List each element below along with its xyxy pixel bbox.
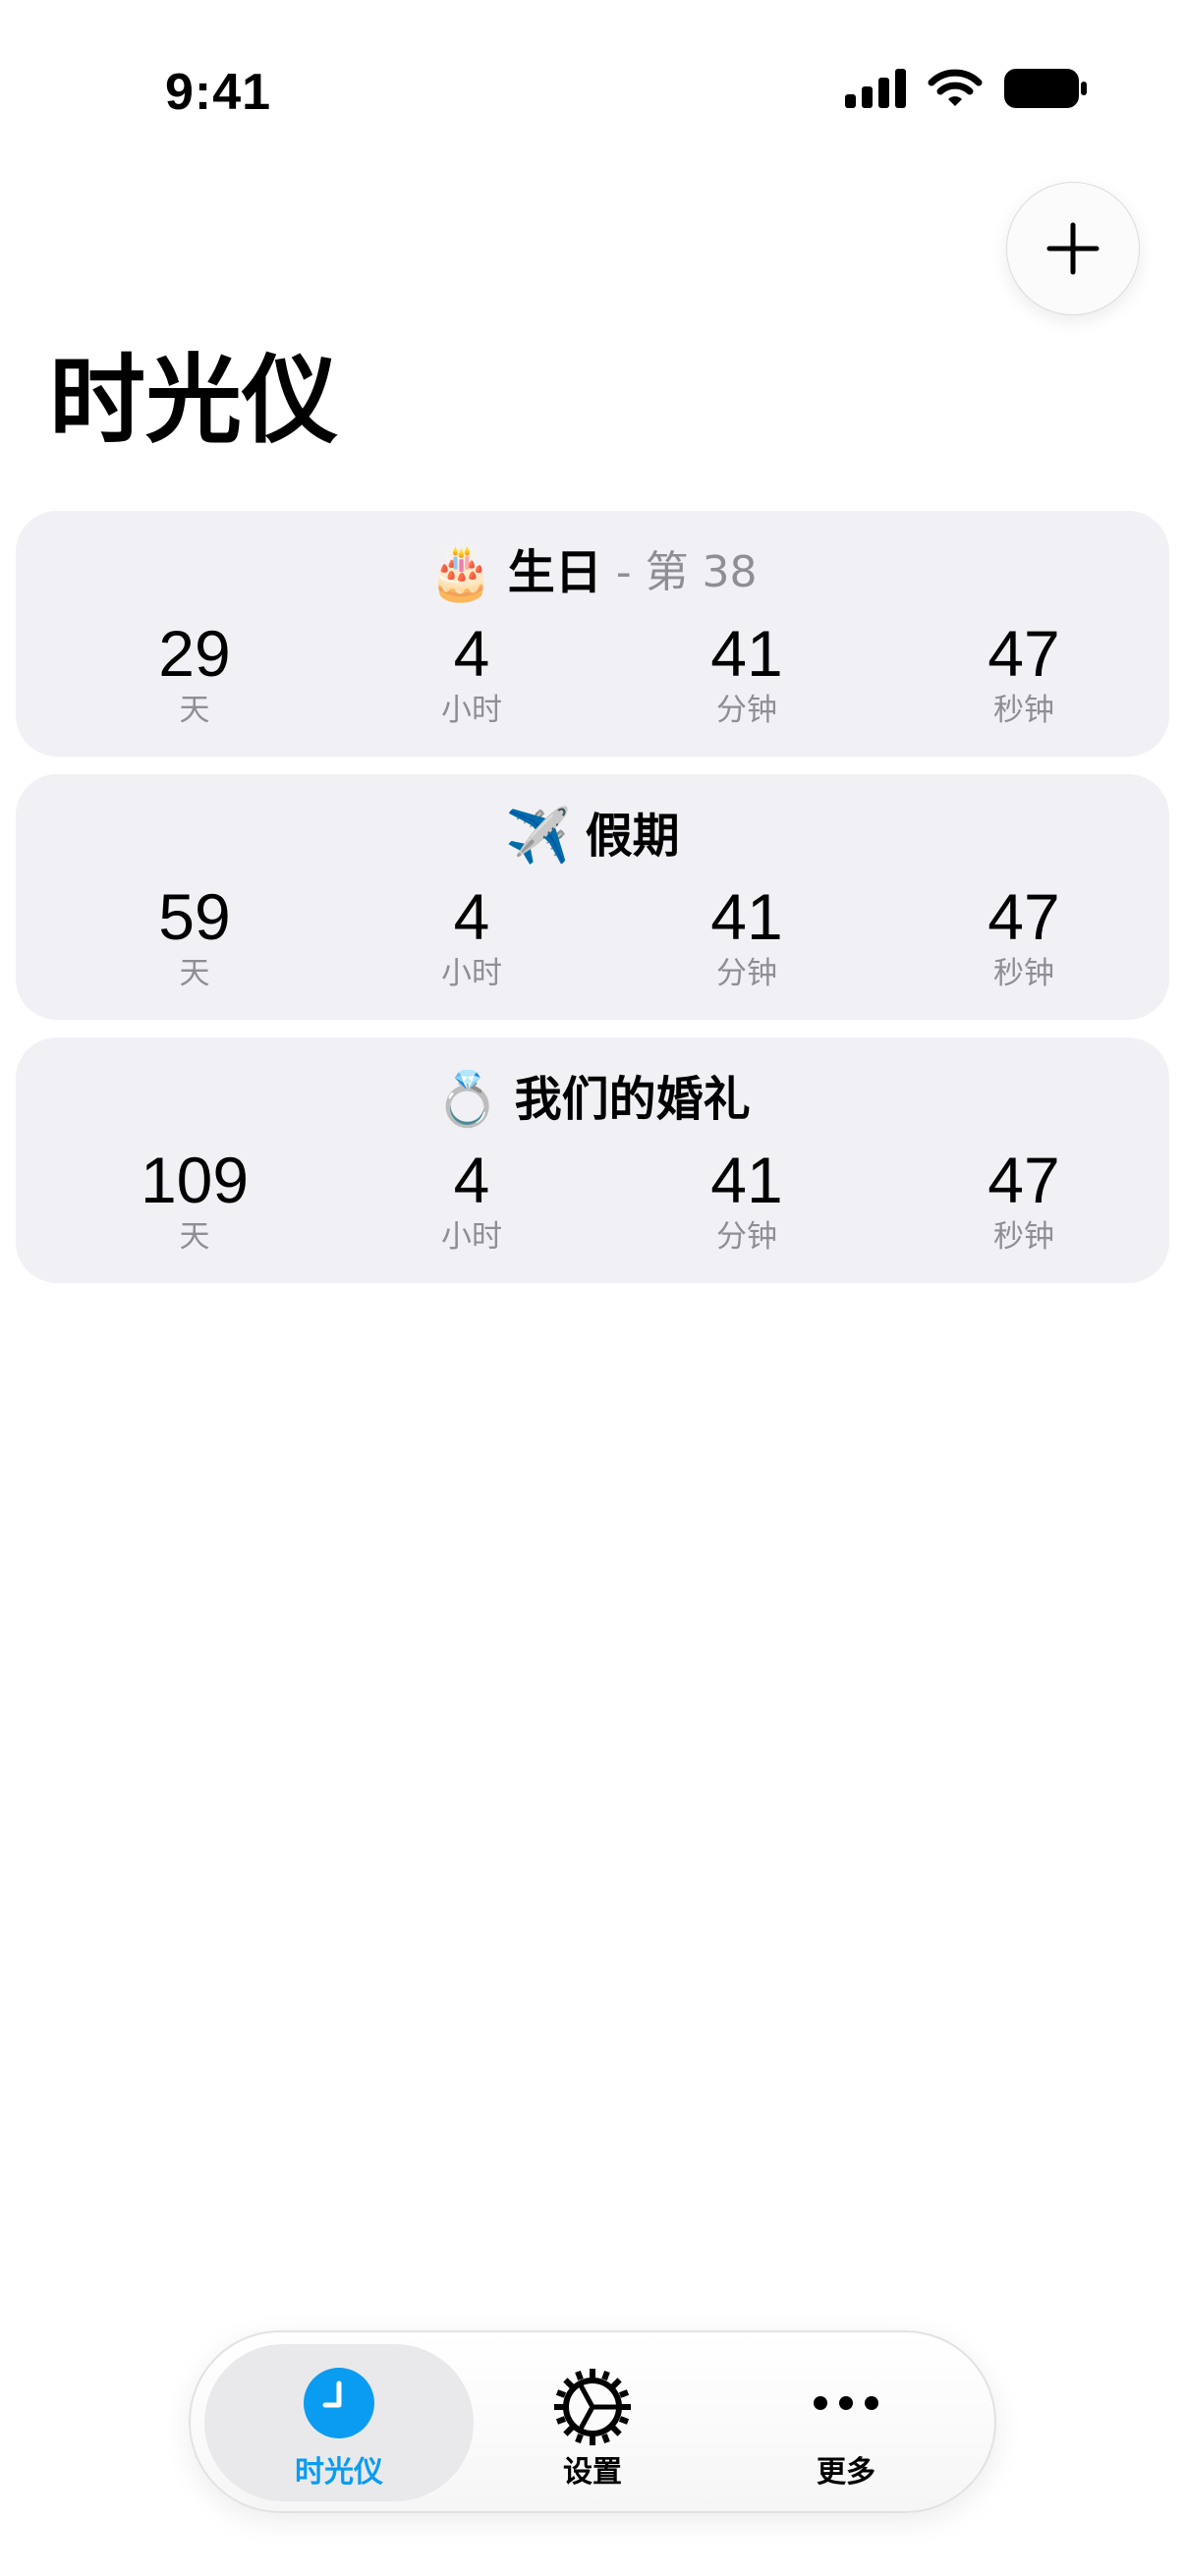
- status-bar: 9:41: [0, 0, 1185, 147]
- add-event-button[interactable]: [1006, 182, 1140, 315]
- countdown-seconds: 47 秒钟: [906, 621, 1142, 727]
- battery-icon: [1004, 69, 1087, 108]
- hours-label: 小时: [441, 1219, 502, 1255]
- countdown-minutes: 41 分钟: [629, 884, 865, 990]
- event-card-header: 💍 我们的婚礼: [16, 1065, 1169, 1134]
- countdown-hours: 4 小时: [354, 884, 590, 990]
- hours-label: 小时: [441, 956, 502, 991]
- countdown-days: 29 天: [77, 621, 312, 727]
- minutes-value: 41: [710, 880, 783, 953]
- hours-label: 小时: [441, 693, 502, 728]
- tab-settings[interactable]: 设置: [460, 2332, 725, 2515]
- days-label: 天: [179, 1219, 210, 1255]
- countdown-seconds: 47 秒钟: [906, 1148, 1142, 1254]
- event-title: 我们的婚礼: [514, 1072, 751, 1127]
- days-value: 109: [140, 1144, 250, 1216]
- signal-icon: [845, 69, 906, 108]
- hours-value: 4: [453, 1144, 490, 1216]
- seconds-label: 秒钟: [993, 956, 1054, 991]
- days-value: 29: [158, 617, 231, 690]
- countdown-hours: 4 小时: [354, 621, 590, 727]
- event-card-vacation[interactable]: ✈️ 假期 59 天 4 小时 41 分钟 47 秒钟: [16, 774, 1169, 1020]
- seconds-label: 秒钟: [993, 1219, 1054, 1255]
- tab-bar: 时光仪 设置 更多: [189, 2330, 996, 2513]
- status-time: 9:41: [165, 64, 272, 121]
- seconds-value: 47: [988, 880, 1060, 953]
- countdown-days: 59 天: [77, 884, 312, 990]
- countdown-minutes: 41 分钟: [629, 621, 865, 727]
- page-title: 时光仪: [49, 346, 339, 454]
- clock-icon: [304, 2368, 374, 2438]
- event-card-header: 🎂 生日 - 第 38: [16, 538, 1169, 607]
- cake-icon: 🎂: [427, 541, 494, 603]
- tab-label: 时光仪: [295, 2455, 383, 2490]
- event-card-header: ✈️ 假期: [16, 802, 1169, 870]
- event-title: 生日: [507, 545, 602, 600]
- wifi-icon: [928, 69, 983, 106]
- tab-timeline[interactable]: 时光仪: [206, 2332, 472, 2515]
- days-label: 天: [179, 693, 210, 728]
- minutes-label: 分钟: [716, 1219, 777, 1255]
- hours-value: 4: [453, 880, 490, 953]
- event-card-wedding[interactable]: 💍 我们的婚礼 109 天 4 小时 41 分钟 47 秒钟: [16, 1037, 1169, 1283]
- minutes-label: 分钟: [716, 956, 777, 991]
- event-card-birthday[interactable]: 🎂 生日 - 第 38 29 天 4 小时 41 分钟 47 秒钟: [16, 511, 1169, 756]
- minutes-label: 分钟: [716, 693, 777, 728]
- countdown-days: 109 天: [77, 1148, 312, 1254]
- countdown-hours: 4 小时: [354, 1148, 590, 1254]
- minutes-value: 41: [710, 617, 783, 690]
- seconds-label: 秒钟: [993, 693, 1054, 728]
- days-value: 59: [158, 880, 231, 953]
- seconds-value: 47: [988, 1144, 1060, 1216]
- hours-value: 4: [453, 617, 490, 690]
- tab-label: 更多: [817, 2455, 875, 2490]
- event-title: 假期: [585, 809, 680, 864]
- event-subtitle: - 第 38: [615, 547, 758, 597]
- ring-icon: 💍: [434, 1068, 501, 1130]
- countdown-seconds: 47 秒钟: [906, 884, 1142, 990]
- more-icon: [814, 2396, 878, 2410]
- app-screen: 9:41 时光仪 🎂 生日 - 第 38 29 天 4 小时 41 分钟 47 …: [0, 0, 1185, 2576]
- tab-more[interactable]: 更多: [713, 2332, 979, 2515]
- minutes-value: 41: [710, 1144, 783, 1216]
- gear-icon: [554, 2369, 631, 2445]
- airplane-icon: ✈️: [505, 805, 572, 867]
- tab-label: 设置: [563, 2455, 622, 2490]
- seconds-value: 47: [988, 617, 1060, 690]
- status-icons: [845, 69, 1087, 108]
- plus-icon: [1046, 222, 1100, 275]
- days-label: 天: [179, 956, 210, 991]
- countdown-minutes: 41 分钟: [629, 1148, 865, 1254]
